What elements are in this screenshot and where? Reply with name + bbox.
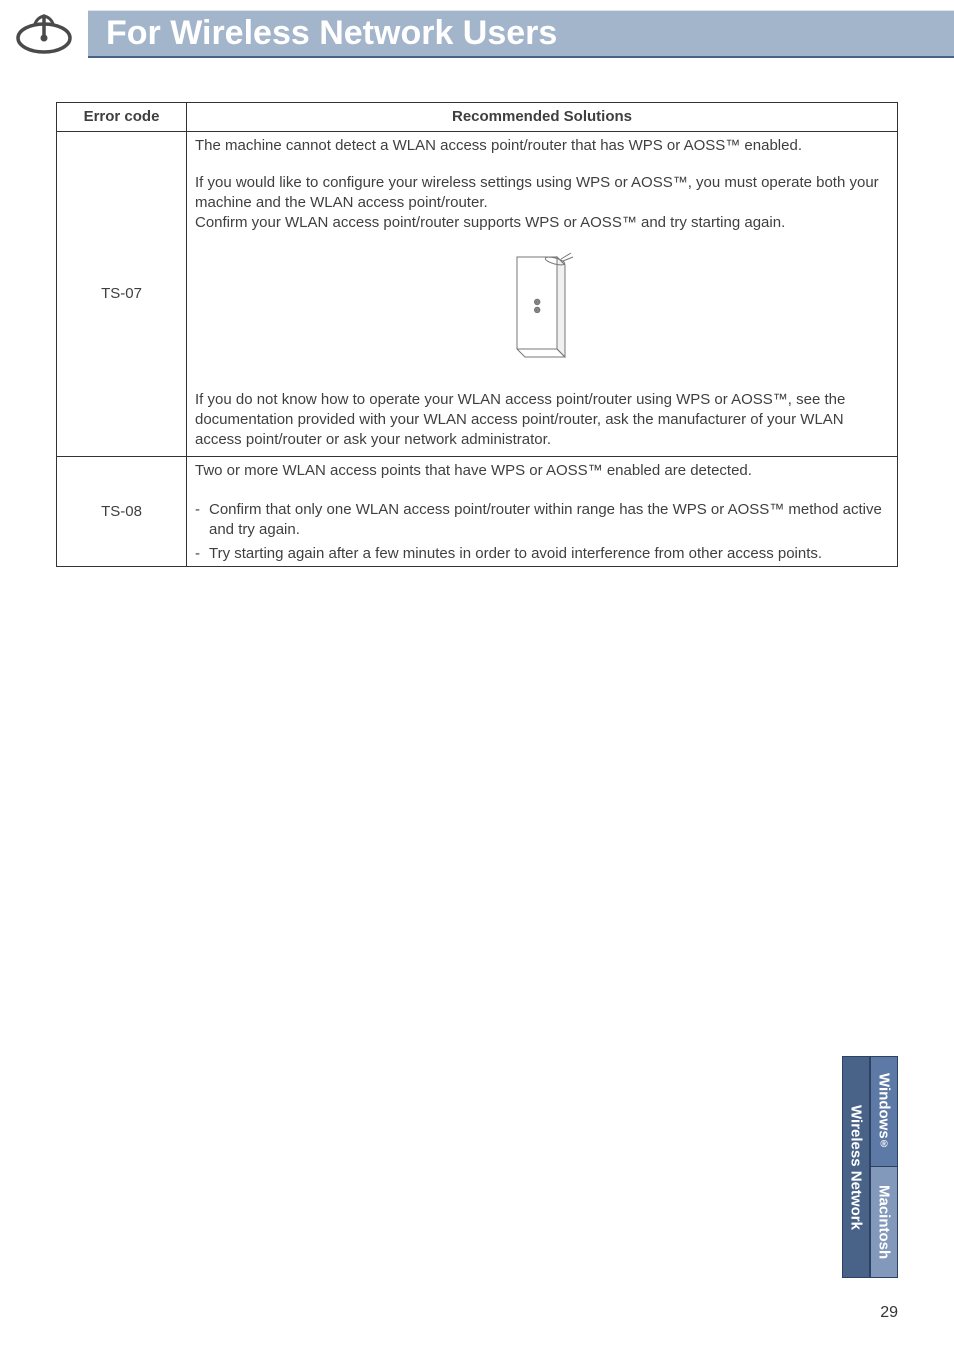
bullet-text: Confirm that only one WLAN access point/… bbox=[209, 500, 889, 541]
col-header-solutions: Recommended Solutions bbox=[187, 103, 898, 132]
solution-cell: Two or more WLAN access points that have… bbox=[187, 457, 898, 567]
content-area: Error code Recommended Solutions TS-07 T… bbox=[0, 60, 954, 567]
solution-text: Two or more WLAN access points that have… bbox=[195, 461, 889, 481]
col-header-error: Error code bbox=[57, 103, 187, 132]
error-code-cell: TS-07 bbox=[57, 132, 187, 457]
side-tabs: Wireless Network Windows® Macintosh bbox=[842, 1056, 898, 1278]
tab-wireless-network: Wireless Network bbox=[842, 1056, 870, 1278]
solution-text: Confirm your WLAN access point/router su… bbox=[195, 214, 785, 231]
solution-text: The machine cannot detect a WLAN access … bbox=[195, 136, 889, 156]
tab-macintosh: Macintosh bbox=[870, 1167, 898, 1278]
tab-windows: Windows® bbox=[870, 1056, 898, 1167]
error-code-cell: TS-08 bbox=[57, 457, 187, 567]
page-header: For Wireless Network Users bbox=[0, 8, 954, 60]
error-table: Error code Recommended Solutions TS-07 T… bbox=[56, 102, 898, 567]
table-row: TS-07 The machine cannot detect a WLAN a… bbox=[57, 132, 898, 457]
solution-cell: The machine cannot detect a WLAN access … bbox=[187, 132, 898, 457]
table-row: TS-08 Two or more WLAN access points tha… bbox=[57, 457, 898, 567]
page-title: For Wireless Network Users bbox=[88, 10, 954, 58]
solution-text: If you do not know how to operate your W… bbox=[195, 390, 889, 451]
wireless-icon bbox=[0, 8, 88, 60]
solution-text: If you would like to configure your wire… bbox=[195, 174, 879, 211]
bullet-item: - Try starting again after a few minutes… bbox=[195, 544, 889, 564]
bullet-item: - Confirm that only one WLAN access poin… bbox=[195, 500, 889, 541]
page-number: 29 bbox=[880, 1304, 898, 1322]
svg-text:◎ ◎: ◎ ◎ bbox=[534, 299, 541, 313]
router-illustration: ◎ ◎ bbox=[195, 247, 889, 373]
bullet-text: Try starting again after a few minutes i… bbox=[209, 544, 889, 564]
